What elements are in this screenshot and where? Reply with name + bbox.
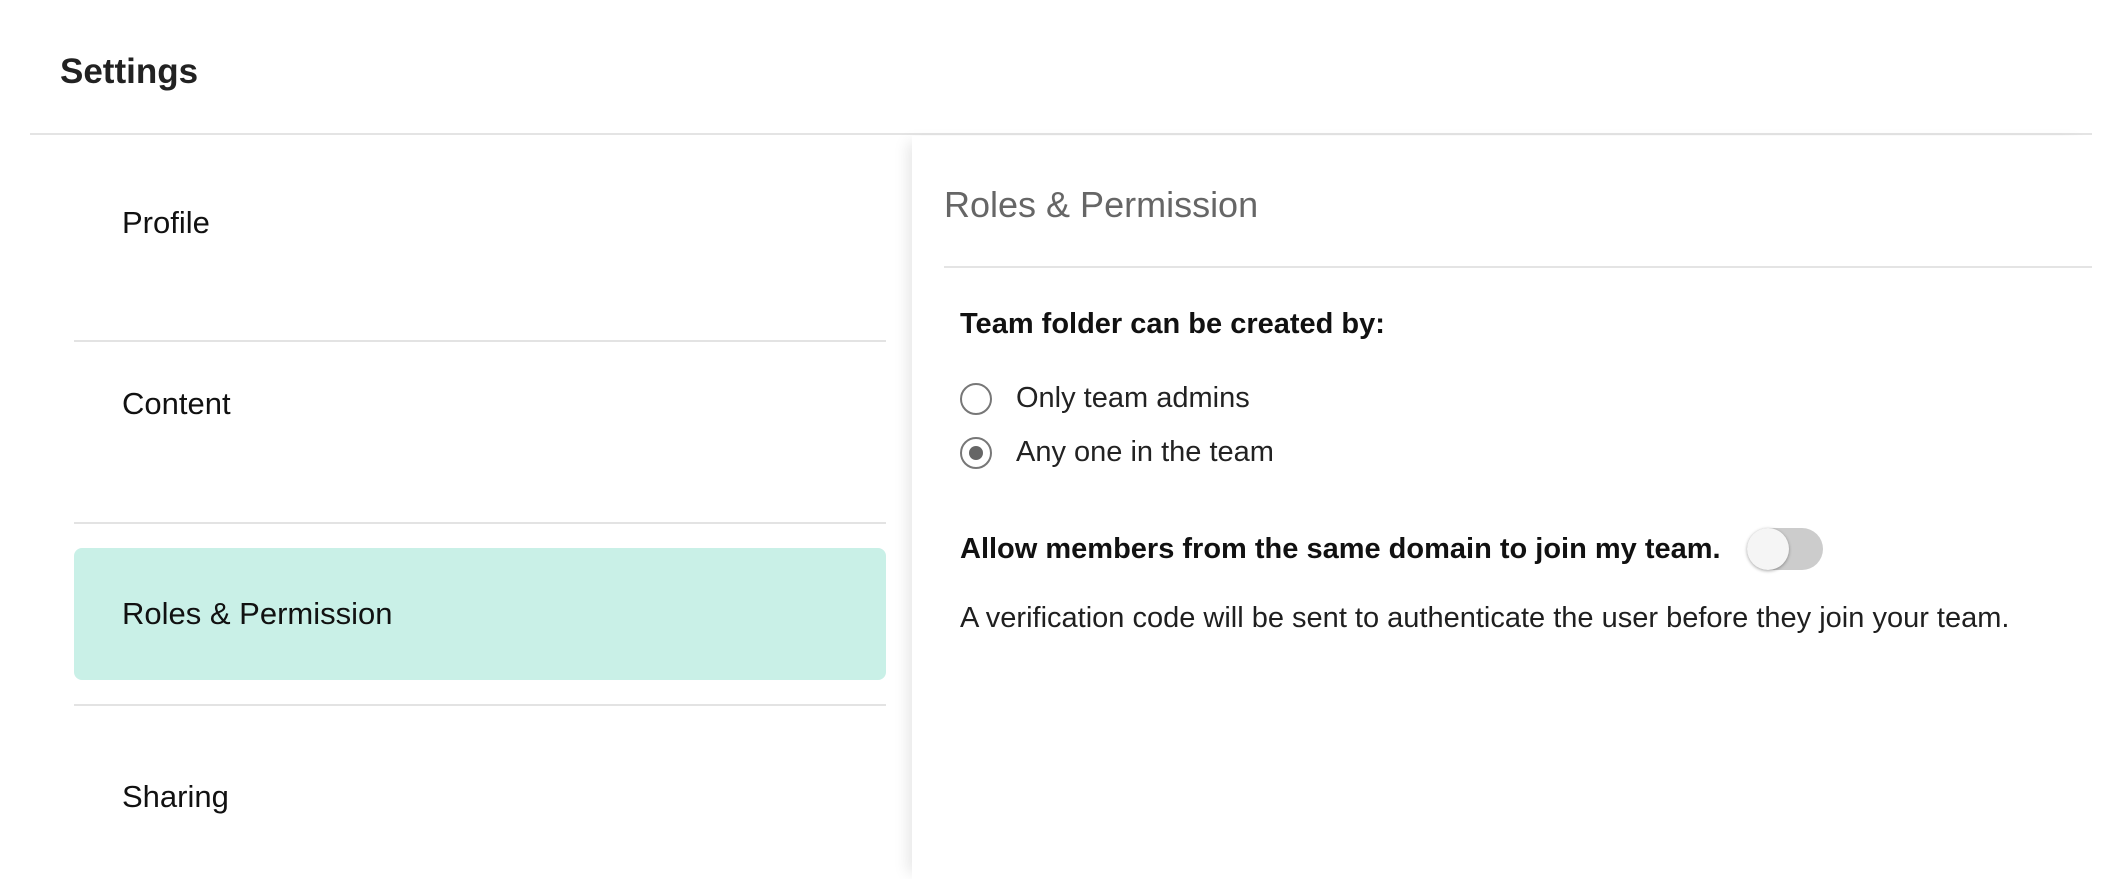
sidebar-item-profile[interactable]: Profile [74, 172, 886, 273]
page-title: Settings [60, 52, 199, 91]
toggle-knob [1746, 528, 1789, 570]
sidebar-divider [74, 704, 886, 706]
sidebar-item-label: Roles & Permission [122, 596, 393, 631]
domain-join-toggle[interactable] [1746, 528, 1823, 570]
radio-label: Only team admins [1016, 382, 1250, 414]
panel-title: Roles & Permission [944, 184, 1259, 225]
settings-app: Settings Profile Content Roles & Permiss… [0, 0, 2108, 879]
sidebar-item-label: Sharing [122, 778, 229, 814]
sidebar-item-label: Content [122, 385, 231, 421]
sidebar-divider [74, 340, 886, 342]
radio-label: Any one in the team [1016, 436, 1274, 468]
domain-join-row: Allow members from the same domain to jo… [960, 528, 1823, 570]
radio-only-team-admins[interactable]: Only team admins [960, 382, 1250, 415]
sidebar-item-label: Profile [122, 204, 210, 240]
radio-button-selected[interactable] [960, 436, 992, 469]
verification-helper-text: A verification code will be sent to auth… [960, 602, 2010, 634]
team-folder-label: Team folder can be created by: [960, 308, 1385, 340]
radio-any-one-in-team[interactable]: Any one in the team [960, 436, 1274, 469]
settings-sidebar: Profile Content Roles & Permission Shari… [0, 136, 912, 879]
sidebar-item-sharing[interactable]: Sharing [74, 746, 886, 847]
roles-permission-panel: Roles & Permission Team folder can be cr… [912, 136, 2092, 879]
panel-divider [944, 266, 2092, 268]
sidebar-divider [74, 522, 886, 524]
domain-join-label: Allow members from the same domain to jo… [960, 532, 1721, 565]
header: Settings [30, 0, 2092, 135]
sidebar-item-content[interactable]: Content [74, 353, 886, 454]
radio-button[interactable] [960, 382, 992, 415]
sidebar-item-roles-permission[interactable]: Roles & Permission [74, 548, 886, 680]
